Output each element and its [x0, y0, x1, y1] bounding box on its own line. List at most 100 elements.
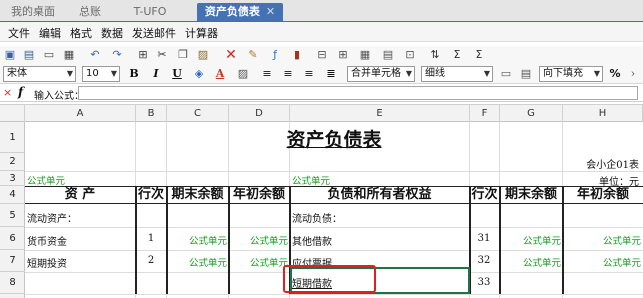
cell-e6[interactable]: 其他借款	[292, 233, 332, 248]
underline-button[interactable]: U	[170, 67, 184, 81]
header-opening-balance-right[interactable]: 年初余额	[563, 187, 643, 203]
menu-format[interactable]: 格式	[70, 25, 92, 41]
formula-cell-c7[interactable]: 公式单元	[167, 255, 227, 269]
row-header-4[interactable]: 4	[0, 186, 25, 204]
redo-icon[interactable]: ↷	[110, 48, 124, 62]
cell-b6[interactable]: 1	[136, 233, 166, 244]
font-color-icon[interactable]: A	[213, 67, 227, 81]
header-line-no-right[interactable]: 行次	[470, 187, 499, 203]
font-size-select[interactable]: 10 ▼	[82, 66, 120, 82]
formula-cell-g6[interactable]: 公式单元	[500, 233, 561, 247]
align-center-icon[interactable]: ≡	[281, 67, 295, 81]
report-title[interactable]: 资产负债表	[25, 125, 643, 152]
print-preview-icon[interactable]: ▭	[42, 48, 56, 62]
undo-icon[interactable]: ↶	[88, 48, 102, 62]
format-painter-icon[interactable]: ✎	[246, 48, 260, 62]
cell-e5[interactable]: 流动负债：	[292, 210, 342, 225]
header-line-no-left[interactable]: 行次	[136, 187, 166, 203]
font-select[interactable]: 宋体 ▼	[3, 66, 76, 82]
delete-icon[interactable]: ✕	[224, 48, 238, 62]
row-header-8[interactable]: 8	[0, 272, 25, 294]
copy-icon[interactable]: ❐	[176, 48, 190, 62]
formula-cell-e3[interactable]: 公式单元	[292, 173, 330, 187]
cell-f8[interactable]: 33	[470, 277, 498, 288]
formula-cell-d7[interactable]: 公式单元	[229, 255, 288, 269]
formula-cell-h6[interactable]: 公式单元	[563, 233, 641, 247]
sort-icon[interactable]: ⇅	[428, 48, 442, 62]
menu-edit[interactable]: 编辑	[39, 25, 61, 41]
cell-f6[interactable]: 31	[470, 233, 498, 244]
cell-properties-icon[interactable]: ▤	[381, 48, 395, 62]
cut-icon[interactable]: ✂	[155, 48, 169, 62]
menu-data[interactable]: 数据	[101, 25, 123, 41]
column-header-g[interactable]: G	[500, 105, 563, 122]
print-icon[interactable]: ▦	[62, 48, 76, 62]
formula-cell-h7[interactable]: 公式单元	[563, 255, 641, 269]
sum-range-icon[interactable]: Σ	[472, 48, 486, 62]
header-opening-balance-left[interactable]: 年初余额	[229, 187, 289, 203]
more-options-icon[interactable]: ›	[626, 67, 640, 81]
row-header-7[interactable]: 7	[0, 250, 25, 272]
chart-icon[interactable]: ▮	[290, 48, 304, 62]
header-assets[interactable]: 资 产	[25, 187, 135, 203]
formula-cell-a3[interactable]: 公式单元	[27, 173, 65, 187]
menu-calculator[interactable]: 计算器	[185, 25, 218, 41]
column-header-d[interactable]: D	[229, 105, 290, 122]
header-ending-balance-left[interactable]: 期末余额	[167, 187, 228, 203]
cancel-formula-icon[interactable]: ×	[3, 86, 12, 99]
header-ending-balance-right[interactable]: 期末余额	[500, 187, 562, 203]
cell-e8[interactable]: 短期借款	[292, 275, 332, 290]
column-header-f[interactable]: F	[470, 105, 500, 122]
italic-button[interactable]: I	[149, 67, 163, 81]
border-style-select[interactable]: 细线 ▼	[421, 66, 493, 82]
row-header-3[interactable]: 3	[0, 171, 25, 186]
header-liabilities-equity[interactable]: 负债和所有者权益	[290, 187, 469, 203]
report-grid[interactable]: 资产负债表 会小企01表 公式单元 公式单元 单位：元 资 产 行次 期末余额 …	[25, 122, 643, 298]
column-header-a[interactable]: A	[25, 105, 136, 122]
tab-t-ufo[interactable]: T-UFO	[127, 3, 173, 21]
merge-cells-select[interactable]: 合并单元格 ▼	[347, 66, 415, 82]
row-header-2[interactable]: 2	[0, 153, 25, 171]
align-left-icon[interactable]: ≡	[260, 67, 274, 81]
table-icon[interactable]: ▦	[358, 48, 372, 62]
close-tab-icon[interactable]: ✕	[266, 5, 275, 18]
formula-input[interactable]	[78, 86, 638, 100]
row-header-5[interactable]: 5	[0, 204, 25, 227]
row-header-6[interactable]: 6	[0, 227, 25, 250]
menu-file[interactable]: 文件	[8, 25, 30, 41]
column-header-e[interactable]: E	[290, 105, 470, 122]
column-header-h[interactable]: H	[563, 105, 643, 122]
tab-general-ledger[interactable]: 总账	[72, 3, 108, 21]
function-icon[interactable]: f	[18, 85, 23, 99]
line-color-icon[interactable]: ▤	[519, 67, 533, 81]
row-header-1[interactable]: 1	[0, 122, 25, 153]
cell-a5[interactable]: 流动资产：	[27, 210, 77, 225]
select-all-corner[interactable]	[0, 105, 25, 122]
save-icon[interactable]: ▣	[3, 48, 17, 62]
sum-icon[interactable]: Σ	[450, 48, 464, 62]
justify-icon[interactable]: ≣	[324, 67, 338, 81]
save-as-icon[interactable]: ▤	[22, 48, 36, 62]
tab-balance-sheet[interactable]: 资产负债表 ✕	[197, 3, 283, 21]
fill-direction-select[interactable]: 向下填充 ▼	[539, 66, 603, 82]
menu-send-email[interactable]: 发送邮件	[132, 25, 176, 41]
paste-icon[interactable]: ▨	[196, 48, 210, 62]
tab-my-desktop[interactable]: 我的桌面	[8, 3, 58, 21]
cell-b7[interactable]: 2	[136, 255, 166, 266]
insert-column-icon[interactable]: ⊞	[336, 48, 350, 62]
group-icon[interactable]: ⊡	[403, 48, 417, 62]
form-number[interactable]: 会小企01表	[563, 156, 643, 171]
formula-cell-d6[interactable]: 公式单元	[229, 233, 288, 247]
insert-function-icon[interactable]: ƒ	[268, 48, 282, 62]
bold-button[interactable]: B	[127, 67, 141, 81]
align-right-icon[interactable]: ≡	[302, 67, 316, 81]
formula-cell-c6[interactable]: 公式单元	[167, 233, 227, 247]
column-header-b[interactable]: B	[136, 105, 167, 122]
insert-row-icon[interactable]: ⊟	[315, 48, 329, 62]
select-all-icon[interactable]: ⊞	[136, 48, 150, 62]
percent-button[interactable]: %	[608, 67, 622, 81]
cell-a7[interactable]: 短期投资	[27, 255, 67, 270]
column-header-c[interactable]: C	[167, 105, 229, 122]
borders-icon[interactable]: ▨	[236, 67, 250, 81]
cell-f7[interactable]: 32	[470, 255, 498, 266]
